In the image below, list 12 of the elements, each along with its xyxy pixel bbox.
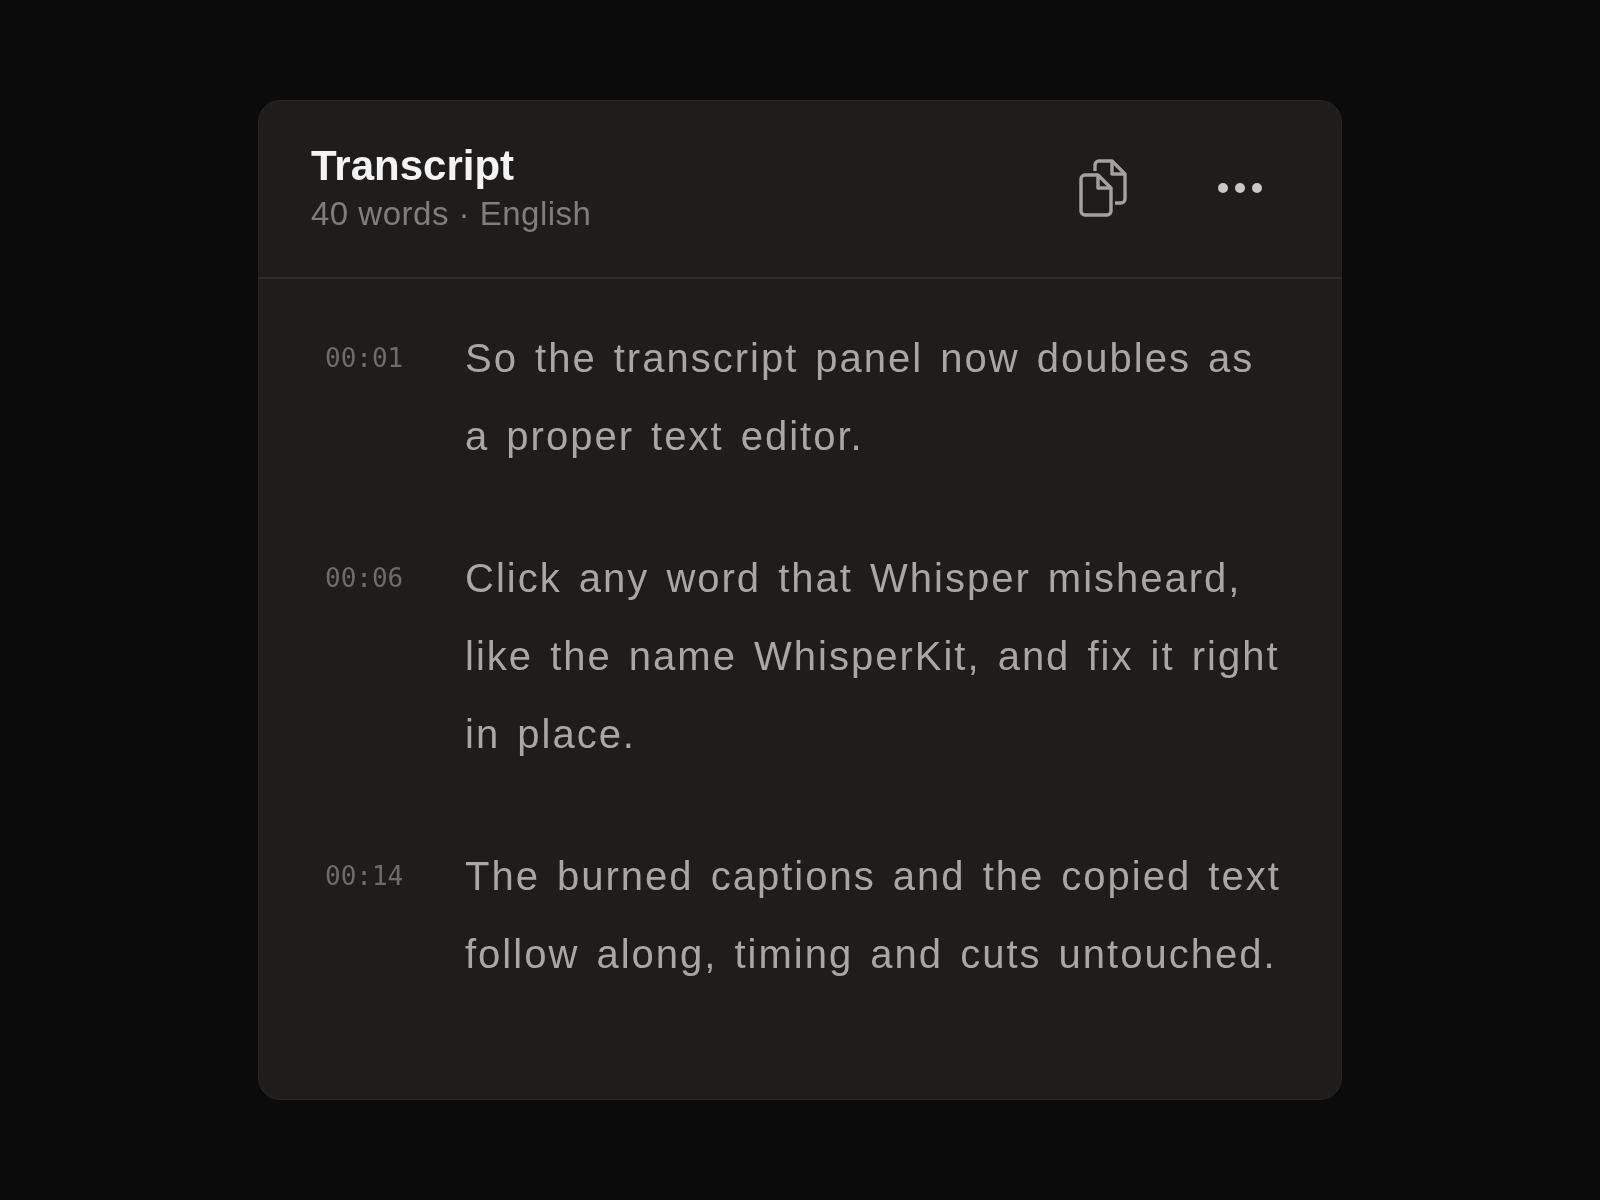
more-button[interactable]: [1217, 181, 1263, 195]
timestamp: 00:14: [325, 860, 405, 893]
panel-subtitle: 40 words · English: [311, 195, 593, 233]
segment-text[interactable]: The burned captions and the copied text follow along, timing and cuts untouched.: [465, 837, 1293, 993]
copy-icon: [1079, 159, 1127, 217]
segment-text[interactable]: So the transcript panel now doubles as a proper text editor.: [465, 319, 1293, 475]
timestamp: 00:06: [325, 562, 405, 595]
timestamp: 00:01: [325, 342, 405, 375]
copy-button[interactable]: [1077, 158, 1129, 218]
more-icon: [1217, 182, 1263, 194]
panel-title: Transcript: [311, 143, 516, 189]
segment-text[interactable]: Click any word that Whisper misheard, like the name WhisperKit, and fix it right in place.: [465, 539, 1293, 773]
